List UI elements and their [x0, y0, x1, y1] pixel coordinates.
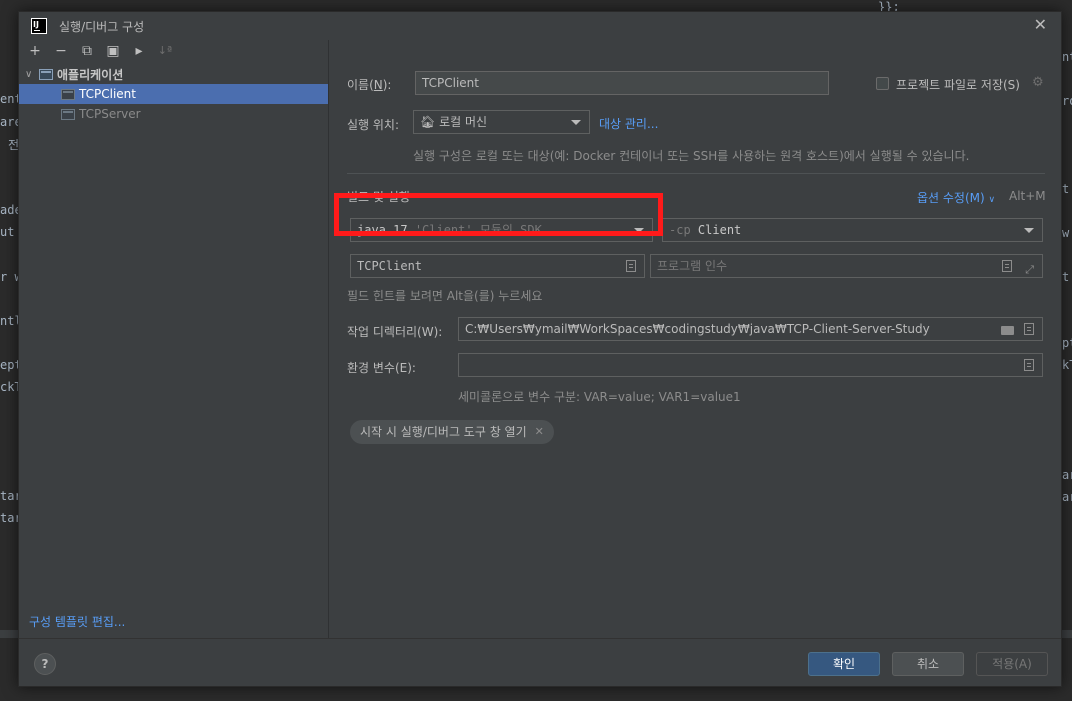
code-fragment: t [1062, 270, 1070, 284]
program-args-placeholder: 프로그램 인수 [657, 259, 728, 273]
tree-item-label: TCPServer [79, 107, 141, 121]
code-fragment: ar [1062, 490, 1072, 504]
chip-label: 시작 시 실행/디버그 도구 창 열기 [360, 425, 527, 439]
tree-item-label: TCPClient [79, 87, 136, 101]
name-label: 이름(N): [347, 76, 391, 93]
configurations-tree: ∨ 애플리케이션 TCPClient TCPServer [19, 64, 328, 124]
dialog-titlebar: IJ 실행/디버그 구성 ✕ [19, 12, 1061, 40]
chevron-down-icon[interactable]: ∨ [25, 69, 39, 80]
intellij-logo-icon: IJ [31, 18, 47, 34]
workdir-input[interactable]: C:₩Users₩ymail₩WorkSpaces₩codingstudy₩ja… [458, 317, 1043, 341]
application-icon [61, 88, 75, 100]
dialog-title: 실행/디버그 구성 [59, 19, 145, 34]
save-icon[interactable]: ▣ [105, 43, 121, 59]
workdir-label: 작업 디렉터리(W): [347, 325, 443, 339]
env-input[interactable] [458, 353, 1043, 377]
code-fragment: ro [1062, 94, 1072, 108]
env-label: 환경 변수(E): [347, 361, 416, 375]
tree-toolbar: + − ⧉ ▣ ▸ ↓ª [19, 40, 328, 62]
code-fragment: ar [1062, 468, 1072, 482]
home-icon: 🏠︎ [420, 115, 436, 129]
run-on-label: 실행 위치: [347, 118, 400, 132]
env-hint: 세미콜론으로 변수 구분: VAR=value; VAR1=value1 [458, 390, 741, 404]
open-tool-window-chip[interactable]: 시작 시 실행/디버그 도구 창 열기 ✕ [350, 420, 554, 444]
chevron-down-icon [1024, 228, 1034, 233]
apply-button[interactable]: 적용(A) [976, 652, 1048, 676]
tree-item-tcpserver[interactable]: TCPServer [19, 104, 328, 124]
configurations-tree-panel: + − ⧉ ▣ ▸ ↓ª ∨ 애플리케이션 TCPClient TCPServe… [19, 40, 329, 638]
modify-options-label: 옵션 수정(M) [917, 191, 985, 205]
browse-icon[interactable] [626, 260, 636, 272]
name-label-prefix: 이름( [347, 78, 374, 92]
highlight-box [334, 193, 663, 236]
tree-item-tcpclient[interactable]: TCPClient [19, 84, 328, 104]
run-on-hint: 실행 구성은 로컬 또는 대상(예: Docker 컨테이너 또는 SSH를 사… [413, 149, 970, 163]
document-icon[interactable] [1002, 260, 1012, 272]
field-hint: 필드 힌트를 보려면 Alt을(를) 누르세요 [347, 289, 543, 303]
code-fragment: pt [1062, 336, 1072, 350]
run-debug-configurations-dialog: IJ 실행/디버그 구성 ✕ + − ⧉ ▣ ▸ ↓ª ∨ 애플리케이션 TCP… [18, 11, 1062, 687]
cp-prefix: -cp [669, 223, 691, 237]
manage-targets-link[interactable]: 대상 관리... [599, 115, 658, 132]
name-input[interactable]: TCPClient [415, 71, 829, 95]
ok-button[interactable]: 확인 [808, 652, 880, 676]
cp-value: Client [697, 223, 742, 237]
move-to-folder-icon[interactable]: ▸ [131, 43, 147, 59]
main-class-value: TCPClient [357, 259, 423, 273]
folder-icon[interactable] [1001, 326, 1014, 335]
help-button[interactable]: ? [34, 653, 56, 675]
remove-icon[interactable]: − [53, 43, 69, 59]
chevron-down-icon: ∨ [988, 195, 996, 205]
dialog-button-bar: ? 확인 취소 적용(A) [19, 638, 1061, 686]
sort-icon[interactable]: ↓ª [157, 43, 173, 59]
code-fragment: w [1062, 226, 1070, 240]
store-as-project-checkbox[interactable] [876, 77, 889, 90]
close-icon[interactable]: ✕ [1034, 17, 1047, 33]
run-on-select[interactable]: 🏠︎ 로컬 머신 [413, 110, 590, 134]
code-fragment: ut [0, 225, 15, 239]
section-divider [347, 173, 1045, 174]
main-class-input[interactable]: TCPClient [350, 254, 645, 278]
edit-templates-link[interactable]: 구성 템플릿 편집... [29, 613, 125, 630]
configuration-editor: 이름(N): TCPClient 프로젝트 파일로 저장(S) ⚙ 실행 위치:… [330, 40, 1061, 638]
workdir-value: C:₩Users₩ymail₩WorkSpaces₩codingstudy₩ja… [465, 322, 930, 336]
tree-group-label: 애플리케이션 [57, 67, 124, 82]
name-label-mnemonic: N [373, 78, 383, 92]
expand-icon[interactable]: ⤢ [1025, 259, 1034, 281]
copy-icon[interactable]: ⧉ [79, 43, 95, 59]
classpath-module-select[interactable]: -cp Client [662, 218, 1043, 242]
program-args-input[interactable]: 프로그램 인수 ⤢ [650, 254, 1043, 278]
document-icon[interactable] [1024, 359, 1034, 371]
application-icon [39, 68, 53, 80]
modify-options-shortcut: Alt+M [1009, 189, 1046, 203]
chevron-down-icon [571, 120, 581, 125]
run-on-value: 로컬 머신 [439, 115, 488, 129]
code-fragment: nt [1062, 50, 1072, 64]
store-as-project-label: 프로젝트 파일로 저장(S) [896, 78, 1020, 92]
gear-icon[interactable]: ⚙ [1032, 75, 1044, 90]
code-fragment: kT [1062, 358, 1072, 372]
application-icon [61, 108, 75, 120]
close-icon[interactable]: ✕ [535, 420, 544, 444]
modify-options-link[interactable]: 옵션 수정(M) ∨ [917, 189, 995, 206]
code-fragment: t [1062, 182, 1070, 196]
name-label-suffix: ): [382, 78, 392, 92]
tree-group-application[interactable]: ∨ 애플리케이션 [19, 64, 328, 84]
add-icon[interactable]: + [27, 43, 43, 59]
cancel-button[interactable]: 취소 [892, 652, 964, 676]
document-icon[interactable] [1024, 323, 1034, 335]
